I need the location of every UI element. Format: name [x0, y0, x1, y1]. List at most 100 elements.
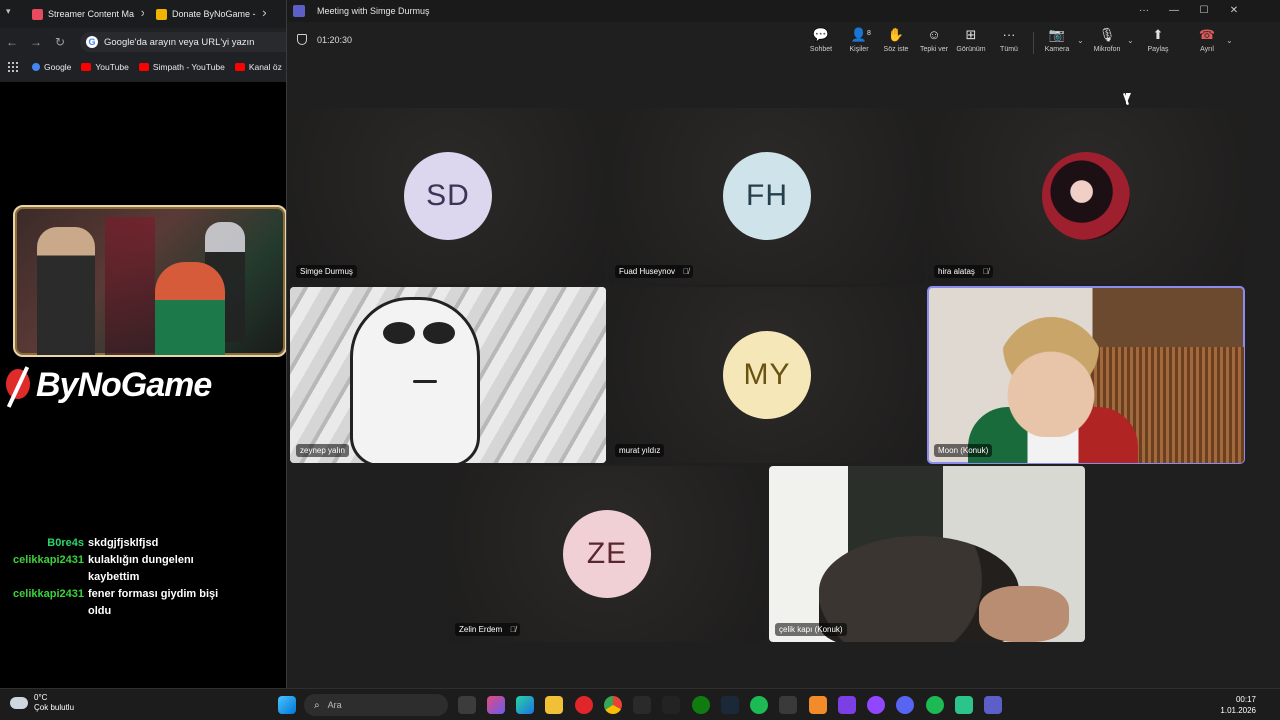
back-icon[interactable]: ←: [0, 35, 24, 49]
meeting-timer: 01:20:30: [297, 34, 352, 45]
teams-icon[interactable]: [984, 696, 1002, 714]
system-clock[interactable]: 00:17 1.01.2026: [1220, 694, 1256, 716]
title-bar: Meeting with Simge Durmuş ··· — ☐ ✕: [287, 0, 1280, 22]
xbox-icon[interactable]: [692, 696, 710, 714]
name-text: hira alataş: [938, 267, 975, 276]
file-explorer-icon[interactable]: [545, 696, 563, 714]
tab-label: Donate ByNoGame -: [172, 9, 256, 19]
app-icon[interactable]: [955, 696, 973, 714]
participant-tile[interactable]: hira alataş 🎙̸: [928, 108, 1244, 284]
participant-tile-active-speaker[interactable]: Moon (Konuk): [927, 286, 1245, 464]
tab-streamer-content[interactable]: Streamer Content Ma ✕: [32, 3, 144, 25]
apps-grid-icon[interactable]: [8, 62, 18, 72]
task-view-icon[interactable]: [458, 696, 476, 714]
name-text: Moon (Konuk): [938, 446, 989, 455]
participant-tile[interactable]: SD Simge Durmuş: [290, 108, 606, 284]
chat-text: skdgjfjsklfjsd: [88, 537, 159, 549]
more-options-icon[interactable]: ···: [1129, 0, 1159, 22]
people-button[interactable]: 👤 8 Kişiler: [841, 26, 877, 60]
mic-options-chevron-icon[interactable]: ⌄: [1127, 36, 1134, 45]
obs-icon[interactable]: [867, 696, 885, 714]
close-button[interactable]: ✕: [1219, 0, 1249, 22]
chat-button[interactable]: 💬 Sohbet: [803, 26, 839, 60]
epic-games-icon[interactable]: [633, 696, 651, 714]
camera-button[interactable]: 📷 Kamera: [1039, 26, 1075, 60]
minimize-button[interactable]: —: [1159, 0, 1189, 22]
weather-widget[interactable]: 0°C Çok bulutlu: [10, 693, 74, 713]
participant-avatar: FH: [723, 152, 811, 240]
address-bar-placeholder: Google'da arayın veya URL'yi yazın: [104, 36, 255, 48]
camera-options-chevron-icon[interactable]: ⌄: [1077, 36, 1084, 45]
bookmark-simpath[interactable]: Simpath - YouTube: [138, 62, 225, 72]
share-button[interactable]: ⬆ Paylaş: [1140, 26, 1176, 60]
hang-up-icon: ☎: [1198, 27, 1216, 42]
cloud-icon: [10, 697, 28, 709]
close-tab-icon[interactable]: ✕: [140, 9, 144, 20]
window-title: Meeting with Simge Durmuş: [317, 6, 430, 16]
amazon-games-icon[interactable]: [662, 696, 680, 714]
people-icon: 👤: [850, 27, 868, 42]
bookmark-google[interactable]: Google: [32, 62, 71, 72]
tab-strip: ▾ Streamer Content Ma ✕ Donate ByNoGame …: [0, 0, 286, 28]
address-row: ← → ↻ G Google'da arayın veya URL'yi yaz…: [0, 28, 286, 56]
participant-tile[interactable]: zeynep yalın: [290, 287, 606, 463]
leave-label: Ayrıl: [1200, 46, 1214, 53]
capcut-icon[interactable]: [779, 696, 797, 714]
youtube-icon: [81, 63, 92, 71]
bookmark-kanal[interactable]: Kanal öz: [234, 62, 282, 72]
clipchamp-icon[interactable]: [838, 696, 856, 714]
view-button[interactable]: ⊞ Görünüm: [953, 26, 989, 60]
steam-icon[interactable]: [721, 696, 739, 714]
clock-date: 1.01.2026: [1220, 706, 1256, 715]
spotify-icon[interactable]: [926, 696, 944, 714]
more-button[interactable]: ··· Tümü: [991, 26, 1027, 60]
raise-hand-button[interactable]: ✋ Söz iste: [878, 26, 914, 60]
close-tab-icon[interactable]: ✕: [262, 9, 266, 20]
discord-icon[interactable]: [896, 696, 914, 714]
bookmarks-bar: Google YouTube Simpath - YouTube Kanal ö…: [0, 56, 286, 78]
app-icon[interactable]: [809, 696, 827, 714]
participant-tile[interactable]: çelik kapı (Konuk): [769, 466, 1085, 642]
webcam-background: [105, 217, 155, 355]
shield-icon: [297, 34, 307, 45]
address-bar[interactable]: G Google'da arayın veya URL'yi yazın: [80, 32, 286, 52]
bookmark-label: YouTube: [95, 62, 129, 72]
meeting-toolbar: 01:20:30 💬 Sohbet 👤 8 Kişiler ✋ Söz iste…: [287, 22, 1280, 62]
stream-chat: B0re4s skdgjfjsklfjsd celikkapi2431 kula…: [0, 535, 286, 620]
chat-message: B0re4s skdgjfjsklfjsd: [0, 535, 286, 552]
google-icon: [32, 63, 40, 71]
copilot-icon[interactable]: [487, 696, 505, 714]
mic-muted-icon: 🎙̸: [683, 267, 690, 276]
bookmark-youtube[interactable]: YouTube: [81, 62, 129, 72]
bookmark-label: Simpath - YouTube: [152, 62, 225, 72]
bynogame-wordmark: ByNoGame: [36, 365, 212, 404]
mic-button[interactable]: 🎙 Mikrofon: [1089, 26, 1125, 60]
toolbar-divider: [1033, 32, 1034, 54]
participant-tile[interactable]: ZE Zelin Erdem 🎙̸: [449, 466, 765, 642]
react-button[interactable]: ☺ Tepki ver: [916, 26, 952, 60]
bynogame-icon: [0, 365, 34, 405]
bookmark-label: Google: [44, 62, 72, 72]
leave-button[interactable]: ☎ Ayrıl: [1189, 26, 1225, 60]
timer-text: 01:20:30: [317, 34, 353, 45]
bynogame-favicon-icon: [156, 8, 167, 20]
taskbar-search[interactable]: ⌕ Ara: [304, 694, 448, 716]
cartoon-eye: [383, 322, 415, 344]
participant-tile[interactable]: FH Fuad Huseynov 🎙̸: [609, 108, 925, 284]
opera-icon[interactable]: [575, 696, 593, 714]
edge-icon[interactable]: [516, 696, 534, 714]
video-feed: [979, 586, 1069, 642]
reload-icon[interactable]: ↻: [48, 35, 72, 49]
people-count: 8: [867, 30, 871, 37]
chat-message: celikkapi2431 fener forması giydim bişi …: [0, 586, 286, 620]
participant-tile[interactable]: MY murat yıldız: [609, 287, 925, 463]
leave-options-chevron-icon[interactable]: ⌄: [1226, 36, 1233, 45]
spotify-icon[interactable]: [750, 696, 768, 714]
maximize-button[interactable]: ☐: [1189, 0, 1219, 22]
microphone-icon: 🎙: [1098, 27, 1116, 42]
forward-icon[interactable]: →: [24, 35, 48, 49]
tab-donate-bynogame[interactable]: Donate ByNoGame - ✕: [156, 3, 266, 25]
tab-search-icon[interactable]: ▾: [6, 6, 11, 17]
start-icon[interactable]: [278, 696, 296, 714]
chrome-icon[interactable]: [604, 696, 622, 714]
